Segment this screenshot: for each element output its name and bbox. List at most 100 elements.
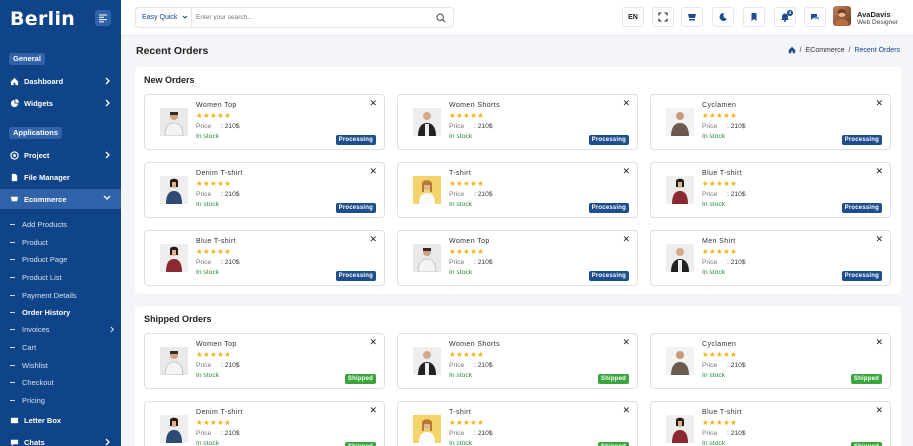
sub-item-cart[interactable]: Cart [10, 343, 36, 352]
sidebar-item-file-manager[interactable]: File Manager [0, 167, 121, 187]
cart-icon [688, 14, 696, 21]
close-icon[interactable]: ✕ [369, 406, 377, 416]
rating-stars: ★★★★★ [196, 350, 232, 359]
fullscreen-button[interactable] [652, 7, 674, 27]
rating-stars: ★★★★★ [702, 179, 738, 188]
product-image [666, 244, 694, 272]
price-value: : 210$ [474, 123, 493, 130]
price-label: Price [449, 191, 465, 198]
status-badge: Processing [841, 271, 882, 281]
search-input[interactable] [196, 10, 426, 25]
order-card[interactable]: Men Shirt ★★★★★ Price: 210$ In stock ✕ Proces… [650, 230, 891, 286]
order-card[interactable]: Blue T-shirt ★★★★★ Price: 210$In stock ✕ Shi… [650, 401, 891, 446]
sidebar-item-dashboard[interactable]: Dashboard [0, 71, 121, 91]
status-badge: Processing [335, 203, 376, 213]
product-name: Women Shorts [449, 102, 500, 109]
sub-item-product-page[interactable]: Product Page [10, 255, 67, 264]
rating-stars: ★★★★★ [449, 350, 485, 359]
price-label: Price [702, 191, 718, 198]
stock-status: In stock [449, 133, 473, 140]
chat-button[interactable] [804, 7, 826, 27]
sub-item-payment-details[interactable]: Payment Details [10, 291, 77, 300]
order-card[interactable]: Denim T-shirt ★★★★★ Price: 210$In stock ✕ Sh… [144, 401, 385, 446]
status-badge: Shipped [597, 442, 629, 446]
price-label: Price [702, 430, 718, 437]
chevron-down-icon [103, 195, 111, 200]
close-icon[interactable]: ✕ [622, 338, 630, 348]
close-icon[interactable]: ✕ [369, 167, 377, 177]
sidebar-item-chats[interactable]: Chats [0, 432, 121, 446]
sub-item-order-history[interactable]: Order History [10, 308, 70, 317]
search-icon[interactable] [436, 13, 446, 23]
easy-quick-dropdown[interactable]: Easy Quick [136, 8, 192, 27]
stock-status: In stock [449, 269, 473, 276]
notification-button[interactable]: 4 [774, 7, 796, 27]
logo[interactable]: Berlin [10, 8, 75, 30]
close-icon[interactable]: ✕ [875, 99, 883, 109]
home-icon[interactable] [788, 46, 796, 54]
order-card[interactable]: Blue T-shirt ★★★★★ Price: 210$ In stock ✕ Pro… [144, 230, 385, 286]
order-card[interactable]: Women Top ★★★★★ Price: 210$ In stock ✕ Shippe… [144, 333, 385, 389]
order-card[interactable]: Cyclamen ★★★★★ Price: 210$ In stock ✕ Shipped [650, 333, 891, 389]
stock-status: In stock [702, 372, 726, 379]
stock-status: In stock [702, 201, 726, 208]
close-icon[interactable]: ✕ [369, 235, 377, 245]
product-image [160, 347, 188, 376]
close-icon[interactable]: ✕ [875, 167, 883, 177]
order-card[interactable]: Women Shorts ★★★★★ Price: 210$ In stock ✕ Shi… [397, 333, 638, 389]
close-icon[interactable]: ✕ [622, 99, 630, 109]
sidebar-item-project[interactable]: Project [0, 145, 121, 165]
sub-item-pricing[interactable]: Pricing [10, 396, 45, 405]
sidebar-item-label: Widgets [24, 98, 54, 108]
price-label: Price [702, 362, 718, 369]
avatar [833, 6, 851, 26]
cart-button[interactable] [681, 7, 703, 27]
language-button[interactable]: EN [622, 7, 644, 27]
status-badge: Processing [335, 271, 376, 281]
order-card[interactable]: Women Top ★★★★★ Price: 210$ In stock ✕ Proces… [144, 94, 385, 150]
close-icon[interactable]: ✕ [622, 406, 630, 416]
price-label: Price [702, 123, 718, 130]
order-card[interactable]: Blue T-shirt ★★★★★ Price: 210$ In stock ✕ Pro… [650, 162, 891, 218]
top-header: Easy Quick EN 4 AvaDavis Web Designer [121, 0, 913, 36]
breadcrumb-current: Recent Orders [854, 46, 900, 54]
order-card[interactable]: Denim T-shirt ★★★★★ Price: 210$ In stock ✕ Pr… [144, 162, 385, 218]
sub-item-checkout[interactable]: Checkout [10, 378, 54, 387]
sub-item-add-products[interactable]: Add Products [10, 220, 67, 229]
user-profile[interactable]: AvaDavis Web Designer [833, 6, 911, 28]
rating-stars: ★★★★★ [196, 247, 232, 256]
shipped-orders-title: Shipped Orders [144, 314, 212, 324]
order-card[interactable]: T-shirt ★★★★★ Price: 210$ In stock ✕ Processi… [397, 162, 638, 218]
close-icon[interactable]: ✕ [369, 338, 377, 348]
status-badge: Shipped [597, 374, 629, 384]
sub-item-invoices[interactable]: Invoices [10, 325, 121, 334]
order-card[interactable]: Women Shorts ★★★★★ Price: 210$ In stock ✕ Pro… [397, 94, 638, 150]
close-icon[interactable]: ✕ [622, 167, 630, 177]
sidebar-item-widgets[interactable]: Widgets [0, 93, 121, 113]
sub-item-product-list[interactable]: Product List [10, 273, 62, 282]
stock-status: In stock [449, 440, 473, 446]
sidebar-item-ecommerce[interactable]: Ecommerce [0, 189, 121, 209]
breadcrumb-ecommerce[interactable]: ECommerce [806, 47, 845, 54]
order-card[interactable]: Women Top ★★★★★ Price: 210$ In stock ✕ Proces… [397, 230, 638, 286]
price-value: : 210$ [221, 362, 240, 369]
close-icon[interactable]: ✕ [875, 235, 883, 245]
sidebar-toggle-button[interactable] [95, 10, 111, 26]
close-icon[interactable]: ✕ [369, 99, 377, 109]
product-name: Denim T-shirt [196, 170, 243, 177]
rating-stars: ★★★★★ [702, 247, 738, 256]
close-icon[interactable]: ✕ [875, 338, 883, 348]
user-name: AvaDavis [857, 10, 891, 19]
sidebar-item-letter-box[interactable]: Letter Box [0, 410, 121, 430]
bookmark-button[interactable] [743, 7, 765, 27]
price-label: Price [196, 430, 212, 437]
sub-item-product[interactable]: Product [10, 238, 48, 247]
close-icon[interactable]: ✕ [875, 406, 883, 416]
product-image [413, 176, 441, 204]
dark-mode-button[interactable] [712, 7, 734, 27]
close-icon[interactable]: ✕ [622, 235, 630, 245]
sub-item-wishlist[interactable]: Wishlist [10, 361, 48, 370]
order-card[interactable]: Cyclamen ★★★★★ Price: 210$ In stock ✕ Process… [650, 94, 891, 150]
product-image [160, 415, 188, 443]
order-card[interactable]: T-shirt ★★★★★ Price: 210$In stock ✕ Shipped [397, 401, 638, 446]
